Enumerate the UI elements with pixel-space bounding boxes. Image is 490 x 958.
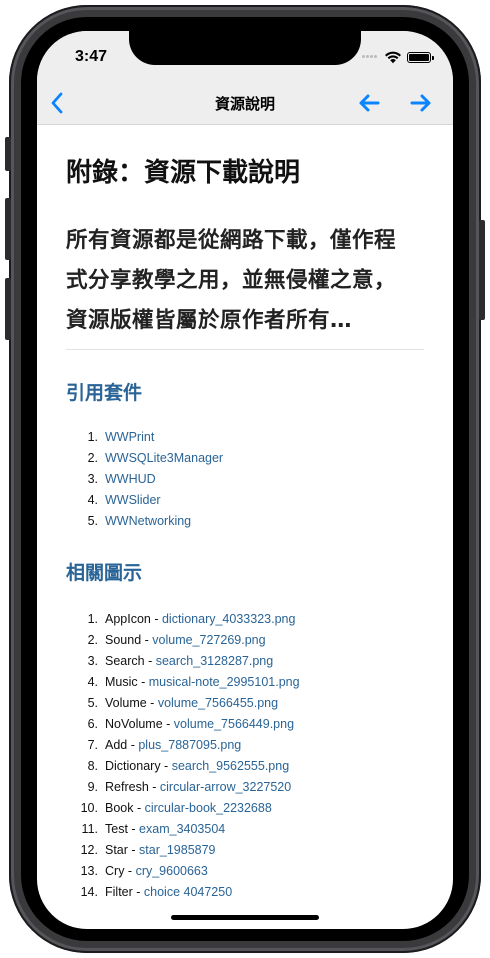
icon-file-link[interactable]: choice 4047250: [144, 885, 232, 899]
battery-icon: [407, 52, 434, 63]
wifi-icon: [385, 51, 401, 64]
icon-name: Music: [105, 675, 138, 689]
icon-file-link[interactable]: star_1985879: [139, 843, 215, 857]
separator: -: [124, 864, 136, 878]
signal-dots-icon: [362, 55, 382, 61]
icon-file-link[interactable]: cry_9600663: [136, 864, 208, 878]
separator: -: [132, 885, 144, 899]
separator: -: [127, 843, 140, 857]
list-item: 5. Volume - volume_7566455.png: [87, 696, 279, 710]
list-item: 14. Filter - choice 4047250: [80, 885, 233, 899]
list-item: 13. Cry - cry_9600663: [80, 864, 208, 878]
list-item: 5. WWNetworking: [87, 514, 192, 528]
intro-line: 資源版權皆屬於原作者所有…: [66, 308, 353, 333]
home-indicator[interactable]: [171, 915, 319, 920]
list-item: 4. Music - musical-note_2995101.png: [87, 675, 300, 689]
list-item: 7. Add - plus_7887095.png: [87, 738, 242, 752]
separator: -: [144, 654, 156, 668]
icon-name: Cry: [105, 864, 125, 878]
list-item: 11. Test - exam_3403504: [81, 822, 226, 836]
icon-name: Test: [105, 822, 128, 836]
icon-name: AppIcon: [105, 612, 151, 626]
intro-paragraph: 所有資源都是從網路下載，僅作程 式分享教學之用，並無侵權之意， 資源版權皆屬於原…: [66, 221, 424, 341]
icon-file-link[interactable]: volume_727269.png: [152, 633, 265, 647]
list-item: 6. NoVolume - volume_7566449.png: [87, 717, 295, 731]
packages-list: 1. WWPrint 2. WWSQLite3Manager 3. WWHUD 4. W…: [66, 427, 424, 532]
screen: 3:47 資源說明 附錄：資源下載說明 所有資源都是從網路下載，僅作程 式分享教…: [37, 31, 453, 929]
separator: -: [133, 801, 145, 815]
package-link[interactable]: WWNetworking: [105, 514, 191, 528]
icon-file-link[interactable]: exam_3403504: [139, 822, 225, 836]
separator: -: [150, 612, 162, 626]
intro-line: 所有資源都是從網路下載，僅作程: [66, 228, 397, 253]
intro-line: 式分享教學之用，並無侵權之意，: [66, 268, 397, 293]
document-content: 附錄：資源下載說明 所有資源都是從網路下載，僅作程 式分享教學之用，並無侵權之意…: [66, 125, 424, 903]
notch: [129, 31, 361, 65]
icon-name: Book: [105, 801, 134, 815]
icons-heading: 相關圖示: [66, 562, 143, 584]
icon-file-link[interactable]: plus_7887095.png: [138, 738, 241, 752]
nav-title: 資源說明: [214, 95, 275, 113]
volume-up-button: [5, 198, 11, 260]
arrow-left-icon[interactable]: [357, 93, 381, 113]
list-item: 12. Star - star_1985879: [80, 843, 216, 857]
power-button: [479, 220, 485, 320]
package-link[interactable]: WWHUD: [105, 472, 156, 486]
list-item: 9. Refresh - circular-arrow_3227520: [87, 780, 292, 794]
mute-switch: [5, 137, 11, 171]
separator: -: [148, 780, 160, 794]
arrow-right-icon[interactable]: [409, 93, 433, 113]
icon-file-link[interactable]: search_3128287.png: [156, 654, 273, 668]
separator: -: [141, 633, 153, 647]
page-title: 附錄：資源下載說明: [66, 158, 301, 188]
icon-name: Dictionary: [105, 759, 161, 773]
list-item: 4. WWSlider: [87, 493, 161, 507]
separator: -: [160, 759, 172, 773]
list-item: 10. Book - circular-book_2232688: [80, 801, 272, 815]
list-item: 8. Dictionary - search_9562555.png: [87, 759, 290, 773]
separator: -: [146, 696, 158, 710]
list-item: 1. AppIcon - dictionary_4033323.png: [87, 612, 296, 626]
icon-name: Volume: [105, 696, 147, 710]
icon-file-link[interactable]: circular-book_2232688: [145, 801, 272, 815]
separator: -: [127, 738, 139, 752]
list-item: 2. WWSQLite3Manager: [87, 451, 224, 465]
icon-file-link[interactable]: musical-note_2995101.png: [149, 675, 300, 689]
separator: -: [137, 675, 149, 689]
icon-file-link[interactable]: volume_7566455.png: [158, 696, 278, 710]
package-link[interactable]: WWSlider: [105, 493, 161, 507]
icon-file-link[interactable]: dictionary_4033323.png: [162, 612, 295, 626]
icon-file-link[interactable]: circular-arrow_3227520: [160, 780, 291, 794]
divider: [66, 349, 424, 350]
icon-name: Add: [105, 738, 128, 752]
package-link[interactable]: WWPrint: [105, 430, 154, 444]
icon-name: Search: [105, 654, 145, 668]
icon-name: NoVolume: [105, 717, 163, 731]
icon-file-link[interactable]: volume_7566449.png: [174, 717, 294, 731]
icon-name: Refresh: [105, 780, 149, 794]
list-item: 1. WWPrint: [87, 430, 155, 444]
volume-down-button: [5, 278, 11, 340]
icon-name: Sound: [105, 633, 142, 647]
icon-file-link[interactable]: search_9562555.png: [172, 759, 289, 773]
icon-name: Star: [105, 843, 128, 857]
separator: -: [162, 717, 174, 731]
list-item: 3. WWHUD: [87, 472, 156, 486]
list-item: 2. Sound - volume_727269.png: [87, 633, 266, 647]
icon-name: Filter: [105, 885, 133, 899]
status-time: 3:47: [75, 48, 108, 65]
list-item: 3. Search - search_3128287.png: [87, 654, 274, 668]
separator: -: [127, 822, 140, 836]
package-link[interactable]: WWSQLite3Manager: [105, 451, 223, 465]
packages-heading: 引用套件: [66, 382, 143, 404]
icons-list: 1. AppIcon - dictionary_4033323.png 2. Soun…: [66, 609, 424, 903]
